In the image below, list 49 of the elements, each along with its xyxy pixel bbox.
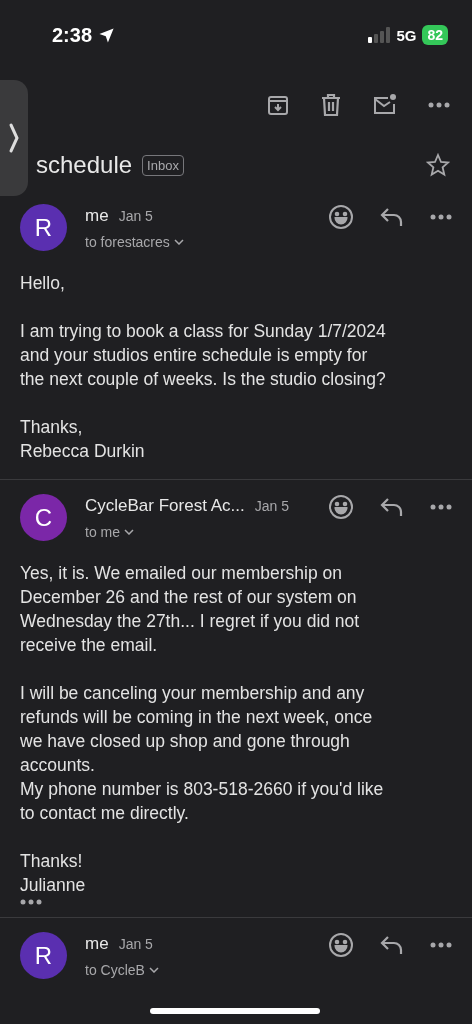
more-icon xyxy=(428,102,450,108)
more-button[interactable] xyxy=(428,102,450,108)
message-paragraph: I am trying to book a class for Sunday 1/7/2024 and your studios entire schedule is empty for the next couple of weeks. Is the studio closing? xyxy=(20,320,387,391)
emoji-react-button[interactable] xyxy=(328,932,354,958)
side-panel-handle[interactable] xyxy=(0,80,28,196)
sender-name: me xyxy=(85,206,109,225)
message-date: Jan 5 xyxy=(118,936,153,952)
reply-button[interactable] xyxy=(380,206,404,228)
emoji-react-button[interactable] xyxy=(328,494,354,520)
avatar: C xyxy=(20,494,67,541)
email-subject: schedule xyxy=(36,151,133,179)
chevron-down-icon xyxy=(124,529,134,535)
sender-name: CycleBar Forest Ac... xyxy=(85,496,245,515)
more-icon xyxy=(430,942,452,948)
message-paragraph: Hello, xyxy=(20,272,66,295)
more-button[interactable] xyxy=(430,504,452,510)
clock-time: 2:38 xyxy=(52,23,93,47)
network-label: 5G xyxy=(396,26,417,44)
sender-name: me xyxy=(85,934,109,953)
inbox-label: Inbox xyxy=(142,154,184,176)
battery-indicator: 82 xyxy=(422,25,448,45)
message-date: Jan 5 xyxy=(118,208,153,224)
recipient-dropdown[interactable]: to me xyxy=(85,524,310,540)
message-paragraph: Yes, it is. We emailed our membership on December 26 and the rest of our system on Wednesday the 27th... I regret if you did not receive the email. xyxy=(20,562,361,657)
emoji-react-button[interactable] xyxy=(328,204,354,230)
more-button[interactable] xyxy=(430,214,452,220)
more-button[interactable] xyxy=(430,942,452,948)
message-paragraph: Thanks! Julianne xyxy=(20,850,87,897)
location-arrow-icon xyxy=(98,26,116,44)
more-icon xyxy=(430,504,452,510)
mark-unread-button[interactable] xyxy=(372,93,398,117)
avatar: R xyxy=(20,204,67,251)
show-trimmed-button[interactable] xyxy=(20,899,42,905)
message-paragraph: Thanks, Rebecca Durkin xyxy=(20,416,146,463)
signal-icon xyxy=(368,27,391,43)
more-icon xyxy=(430,214,452,220)
message-paragraph: I will be canceling your membership and any refunds will be coming in the next week, once we have closed up shop and gone through accounts. My phone number is 803-518-2660 if you'd like to contact me directly. xyxy=(20,682,385,825)
recipient-dropdown[interactable]: to forestacres xyxy=(85,234,310,250)
archive-button[interactable] xyxy=(266,93,290,117)
avatar: R xyxy=(20,932,67,979)
message-date: Jan 5 xyxy=(254,498,289,514)
more-icon xyxy=(20,899,42,905)
delete-button[interactable] xyxy=(320,93,342,117)
reply-button[interactable] xyxy=(380,934,404,956)
recipient-dropdown[interactable]: to CycleB xyxy=(85,962,310,978)
reply-button[interactable] xyxy=(380,496,404,518)
star-button[interactable] xyxy=(426,153,450,177)
chevron-down-icon xyxy=(148,967,159,973)
chevron-down-icon xyxy=(173,239,184,245)
